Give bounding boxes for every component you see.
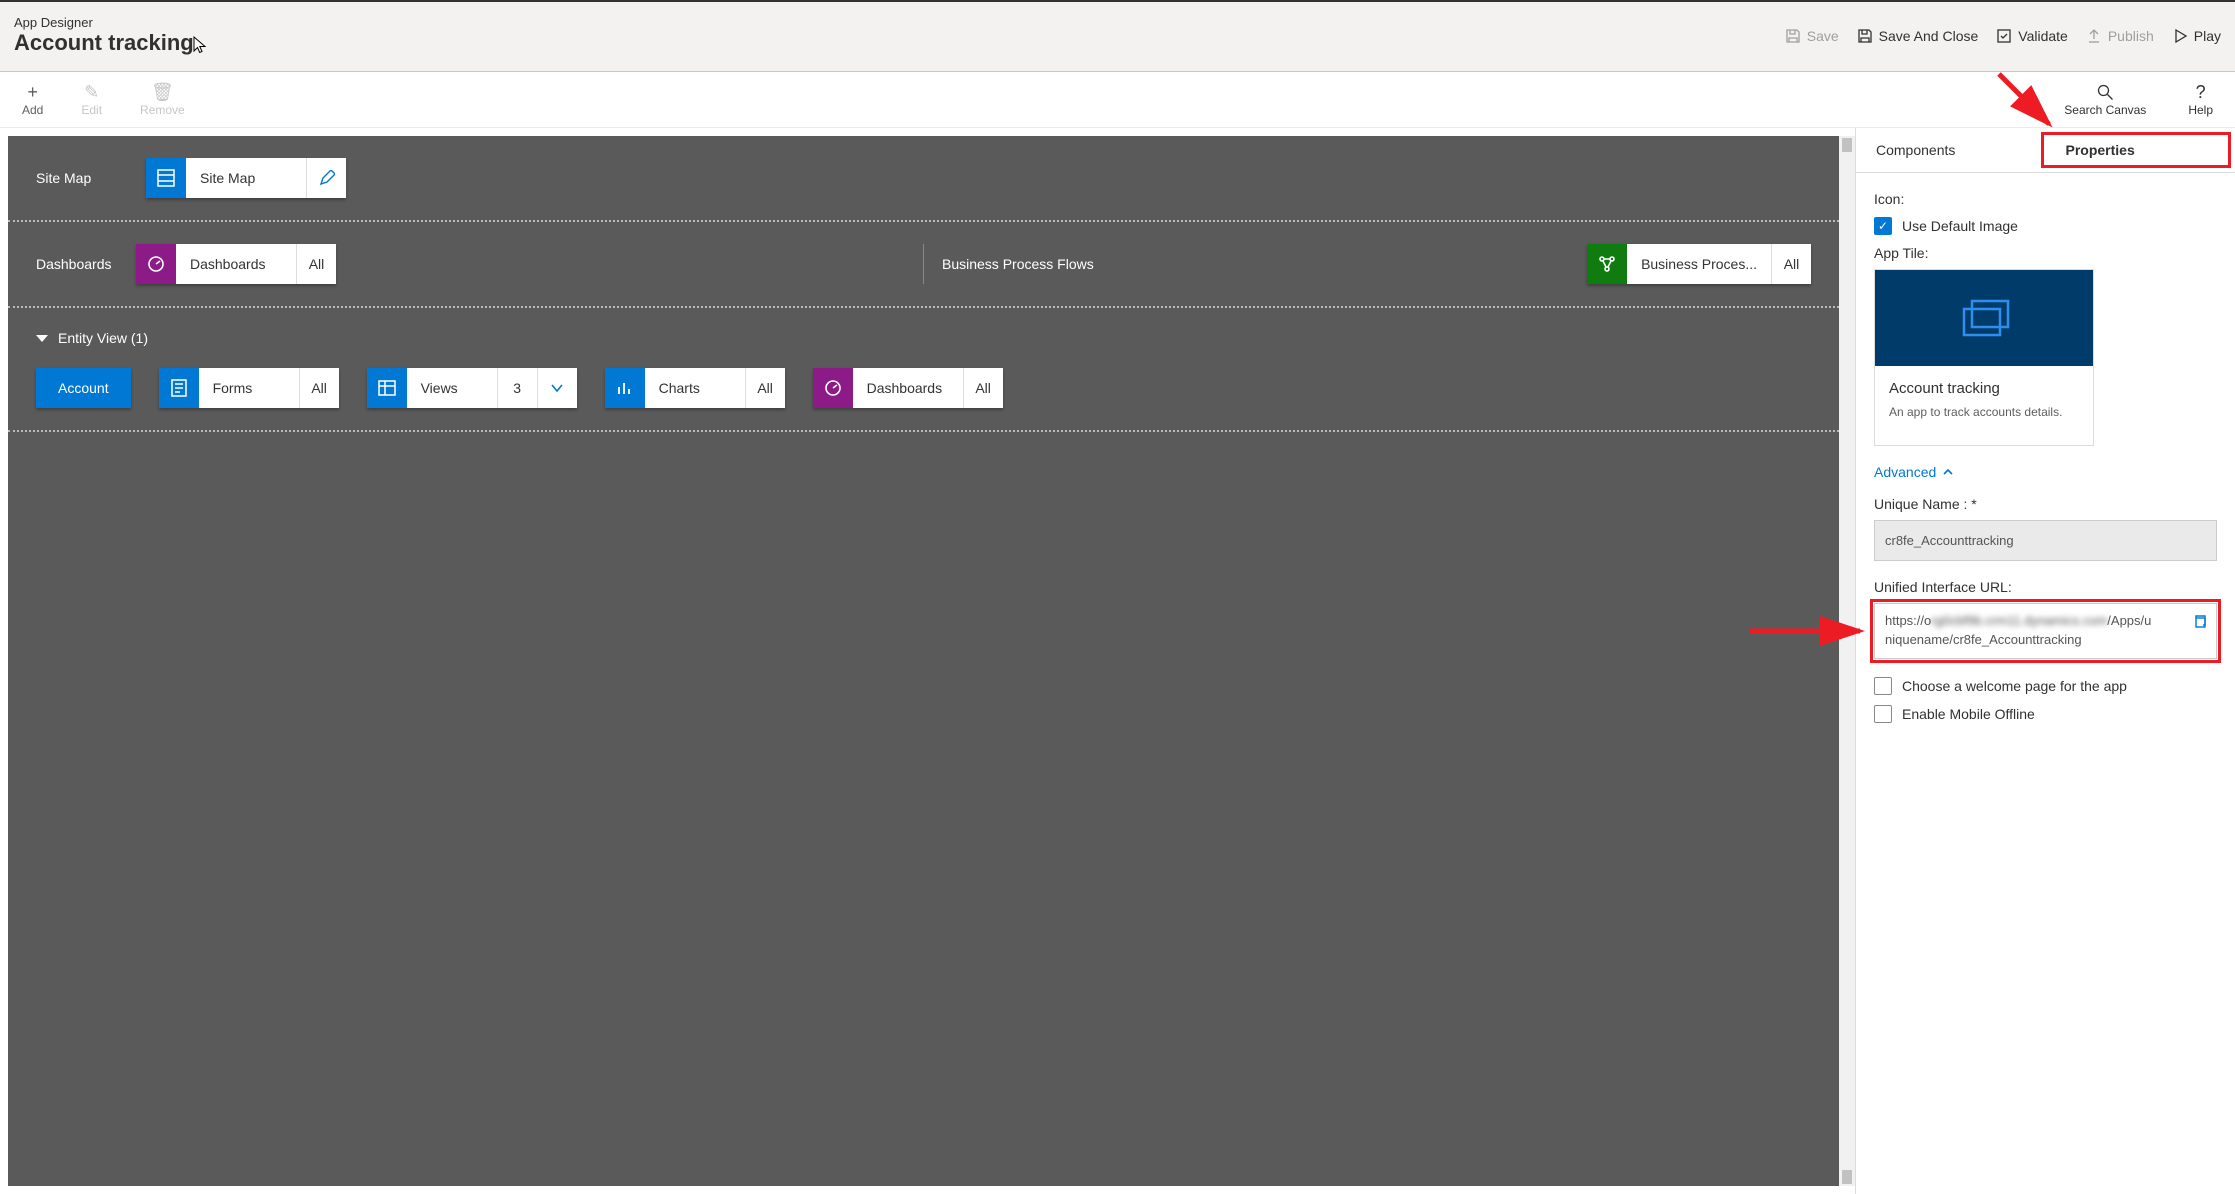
sitemap-row-label: Site Map	[36, 170, 146, 186]
edit-button: ✎ Edit	[71, 79, 112, 121]
forms-tile[interactable]: Forms All	[159, 368, 339, 408]
charts-tile[interactable]: Charts All	[605, 368, 785, 408]
entity-dashboard-icon	[813, 368, 853, 408]
app-name-heading: Account tracking	[14, 30, 194, 56]
charts-tile-label: Charts	[645, 368, 745, 408]
sitemap-tile-label: Site Map	[186, 158, 306, 198]
advanced-toggle[interactable]: Advanced	[1874, 464, 1954, 480]
help-icon: ?	[2196, 83, 2206, 101]
sitemap-icon	[146, 158, 186, 198]
dashboards-tile[interactable]: Dashboards All	[136, 244, 336, 284]
views-icon	[367, 368, 407, 408]
entity-account-button[interactable]: Account	[36, 368, 131, 408]
validate-icon	[1996, 28, 2012, 44]
copy-url-icon[interactable]	[2192, 614, 2208, 630]
app-tile-hero	[1875, 270, 2093, 366]
welcome-page-checkbox[interactable]: Choose a welcome page for the app	[1874, 677, 2217, 695]
bpf-tile[interactable]: Business Proces... All	[1587, 244, 1811, 284]
charts-icon	[605, 368, 645, 408]
bpf-row-label: Business Process Flows	[942, 256, 1142, 272]
app-tile-description: An app to track accounts details.	[1889, 405, 2079, 419]
dashboards-count[interactable]: All	[296, 244, 336, 284]
mobile-offline-label: Enable Mobile Offline	[1902, 706, 2035, 722]
validate-button[interactable]: Validate	[1996, 28, 2068, 44]
charts-count[interactable]: All	[745, 368, 785, 408]
add-button[interactable]: + Add	[12, 79, 53, 121]
remove-button: 🗑 Remove	[130, 79, 195, 121]
app-tile-preview: Account tracking An app to track account…	[1874, 269, 2094, 446]
entity-view-label: Entity View (1)	[58, 330, 148, 346]
checkbox-unchecked-icon	[1874, 677, 1892, 695]
dashboards-tile-label: Dashboards	[176, 244, 296, 284]
views-tile[interactable]: Views 3	[367, 368, 577, 408]
views-tile-label: Views	[407, 368, 497, 408]
entity-dashboards-tile-label: Dashboards	[853, 368, 963, 408]
help-button[interactable]: ? Help	[2178, 79, 2223, 121]
caret-down-icon	[36, 335, 48, 342]
plus-icon: +	[27, 83, 38, 101]
forms-count[interactable]: All	[299, 368, 339, 408]
unique-name-label: Unique Name : *	[1874, 496, 2217, 512]
save-and-close-button[interactable]: Save And Close	[1857, 28, 1979, 44]
scroll-thumb-top[interactable]	[1842, 138, 1852, 152]
designer-label: App Designer	[14, 15, 194, 30]
search-icon	[2096, 83, 2114, 101]
tile-windows-icon	[1954, 295, 2014, 341]
annotation-arrow-url	[1748, 616, 1868, 646]
title-bar: App Designer Account tracking Save Save …	[0, 0, 2235, 72]
views-count[interactable]: 3	[497, 368, 537, 408]
pencil-icon: ✎	[84, 83, 99, 101]
scroll-thumb-bottom[interactable]	[1842, 1170, 1852, 1184]
checkbox-unchecked-icon	[1874, 705, 1892, 723]
entity-view-header[interactable]: Entity View (1)	[36, 330, 1811, 346]
bpf-count[interactable]: All	[1771, 244, 1811, 284]
bpf-icon	[1587, 244, 1627, 284]
entity-dashboards-count[interactable]: All	[963, 368, 1003, 408]
url-label: Unified Interface URL:	[1874, 579, 2217, 595]
annotation-arrow-properties	[1991, 66, 2061, 136]
dashboard-icon	[136, 244, 176, 284]
mobile-offline-checkbox[interactable]: Enable Mobile Offline	[1874, 705, 2217, 723]
command-bar: + Add ✎ Edit 🗑 Remove Search Canvas ? He…	[0, 72, 2235, 128]
sitemap-tile[interactable]: Site Map	[146, 158, 346, 198]
app-tile-label: App Tile:	[1874, 245, 2217, 261]
forms-icon	[159, 368, 199, 408]
publish-icon	[2086, 28, 2102, 44]
app-tile-title: Account tracking	[1889, 380, 2079, 397]
unified-url-box: https://org0cbf9b.crm11.dynamics.com/App…	[1874, 603, 2217, 659]
use-default-image-checkbox[interactable]: Use Default Image	[1874, 217, 2217, 235]
design-canvas[interactable]: Site Map Site Map	[8, 136, 1839, 1186]
save-close-icon	[1857, 28, 1873, 44]
search-canvas-button[interactable]: Search Canvas	[2054, 79, 2156, 121]
bpf-tile-label: Business Proces...	[1627, 244, 1771, 284]
chevron-up-icon	[1942, 466, 1954, 478]
properties-panel: Components Properties Icon: Use Default …	[1855, 128, 2235, 1194]
main-area: Site Map Site Map	[0, 128, 2235, 1194]
welcome-page-label: Choose a welcome page for the app	[1902, 678, 2127, 694]
icon-label: Icon:	[1874, 191, 2217, 207]
save-button: Save	[1785, 28, 1839, 44]
entity-dashboards-tile[interactable]: Dashboards All	[813, 368, 1003, 408]
checkbox-checked-icon	[1874, 217, 1892, 235]
play-button[interactable]: Play	[2172, 28, 2221, 44]
tab-properties[interactable]: Properties	[2046, 128, 2235, 172]
use-default-image-label: Use Default Image	[1902, 218, 2018, 234]
unique-name-input	[1874, 520, 2217, 561]
sitemap-edit-pencil[interactable]	[306, 158, 346, 198]
canvas-scrollbar[interactable]	[1839, 136, 1855, 1186]
views-dropdown[interactable]	[537, 368, 577, 408]
play-icon	[2172, 28, 2188, 44]
forms-tile-label: Forms	[199, 368, 299, 408]
dashboards-row-label: Dashboards	[36, 256, 136, 272]
publish-button: Publish	[2086, 28, 2154, 44]
trash-icon: 🗑	[151, 83, 174, 101]
save-icon	[1785, 28, 1801, 44]
